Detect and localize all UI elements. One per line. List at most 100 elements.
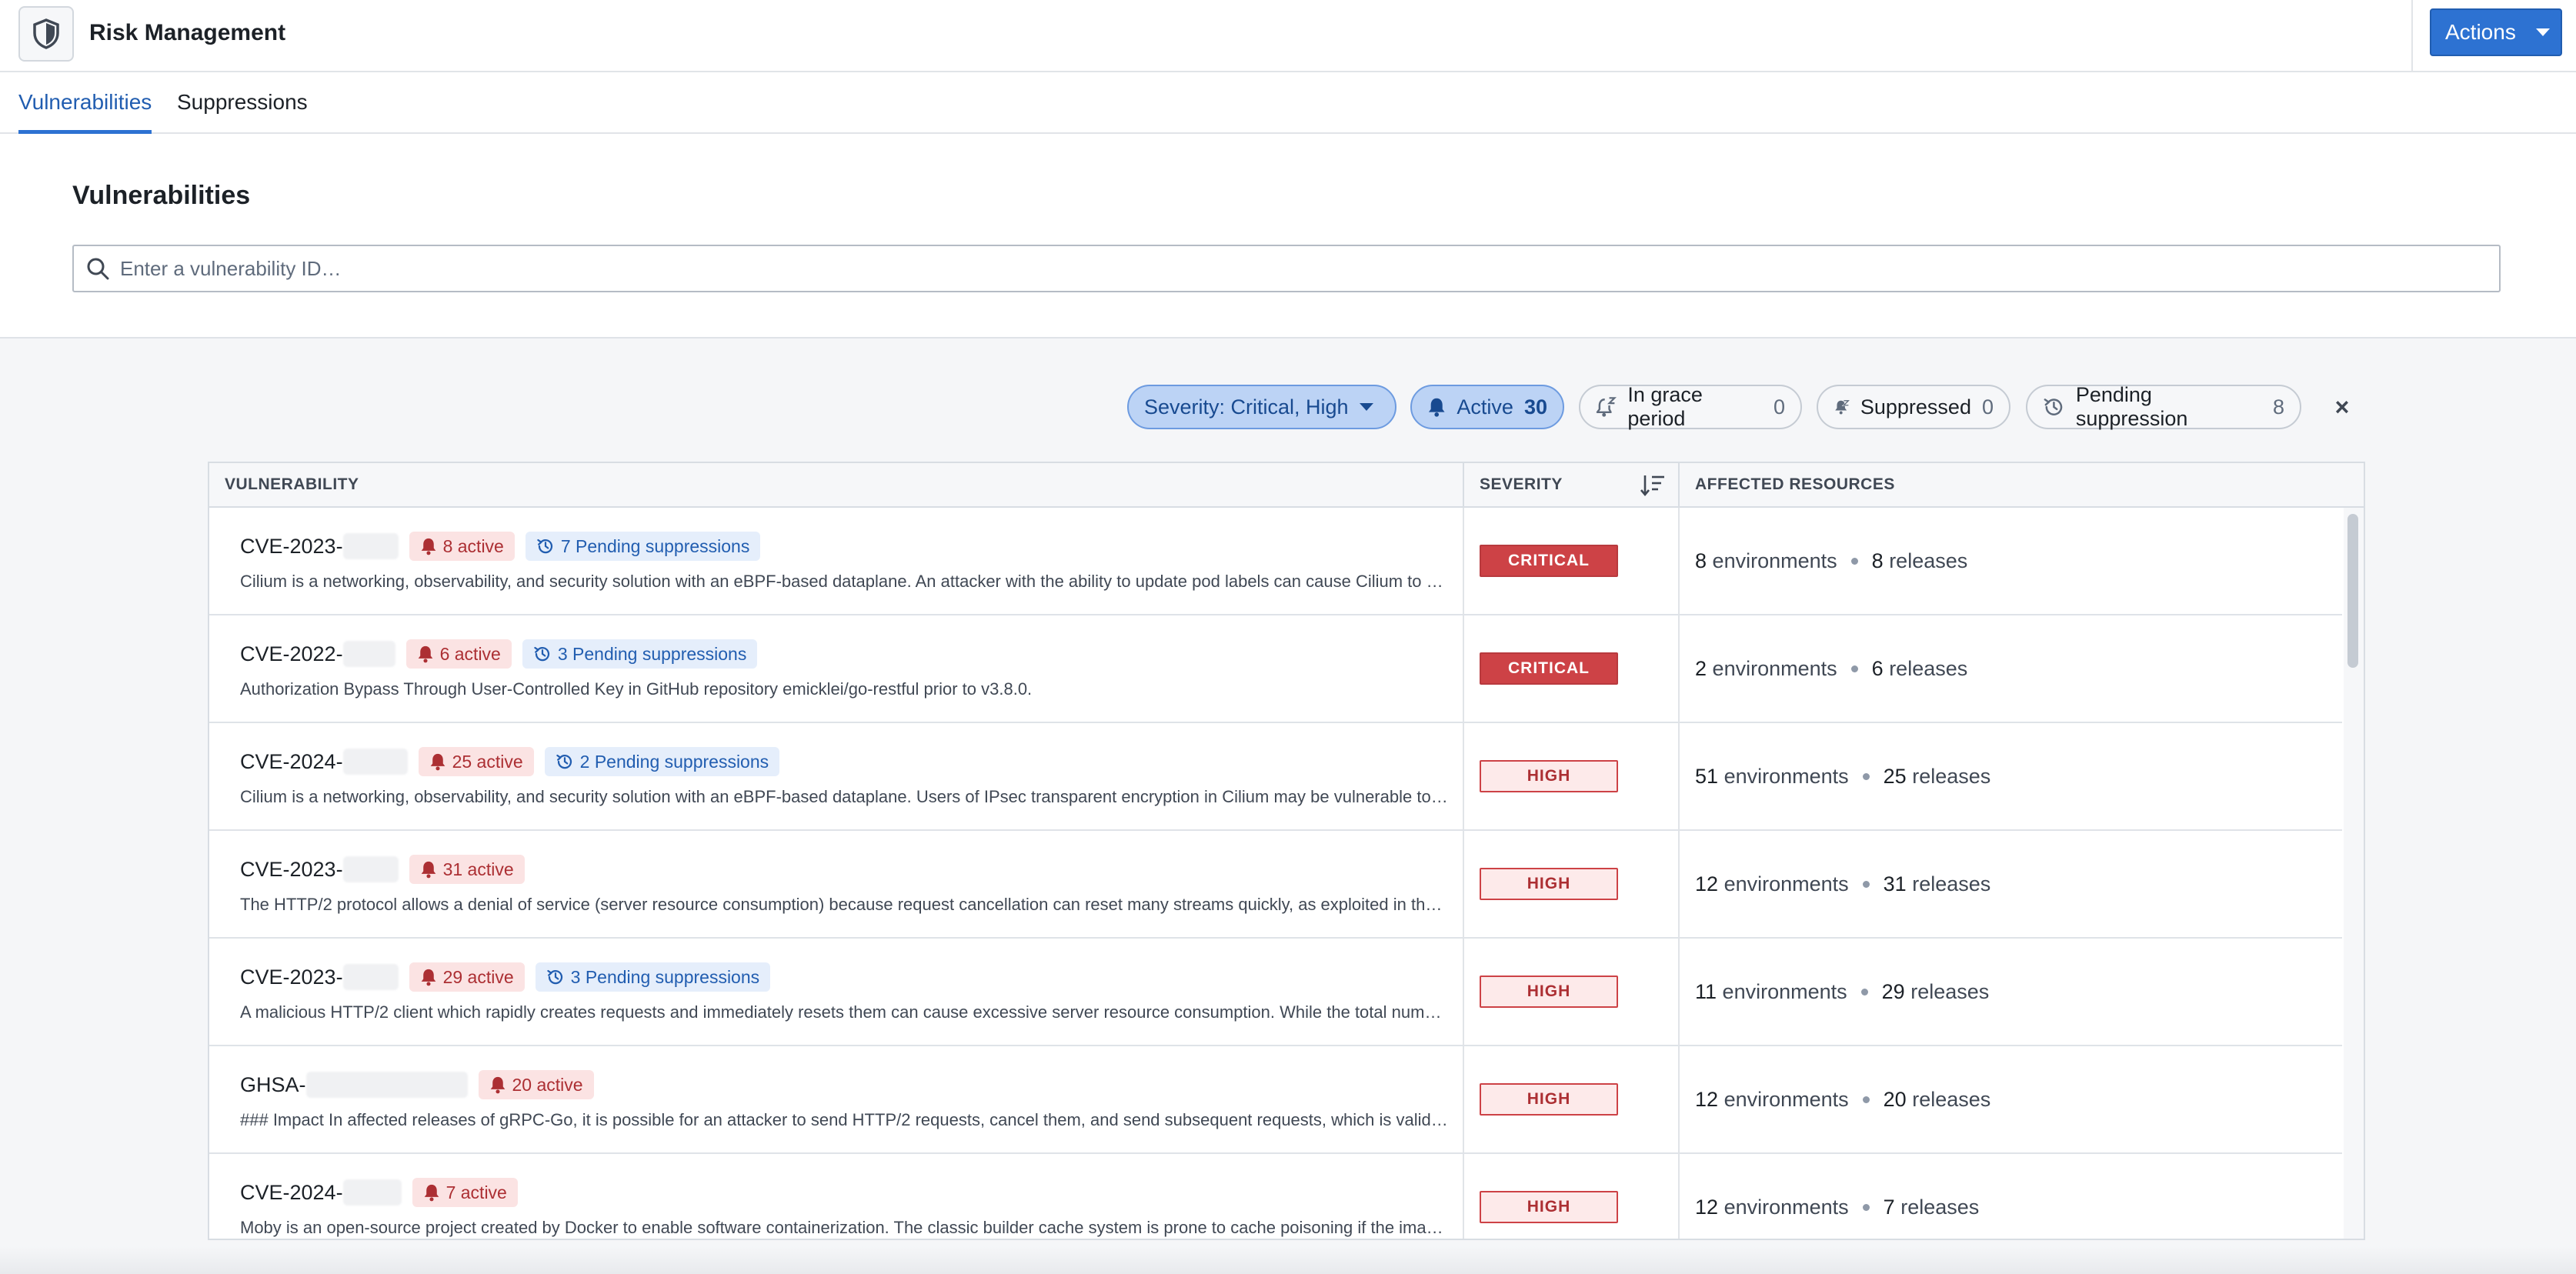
vulnerability-id[interactable]: GHSA- xyxy=(240,1073,306,1097)
releases-label: releases xyxy=(1912,872,1991,895)
pending-suppressions-label: 3 Pending suppressions xyxy=(557,643,747,664)
severity-filter-chip[interactable]: Severity: Critical, High xyxy=(1127,385,1396,429)
vulnerability-id[interactable]: CVE-2023- xyxy=(240,966,343,989)
redacted-id-suffix xyxy=(305,1072,468,1098)
history-icon xyxy=(537,539,552,554)
table-row[interactable]: CVE-2023- 29 active 3 Pending suppressio… xyxy=(209,939,2342,1046)
pending-suppressions-tag: 2 Pending suppressions xyxy=(544,747,780,776)
redacted-id-suffix xyxy=(342,533,399,559)
environments-label: environments xyxy=(1723,764,1849,788)
grace-period-filter-label: In grace period xyxy=(1627,383,1703,430)
severity-badge: HIGH xyxy=(1480,976,1618,1008)
column-divider xyxy=(1463,831,1464,937)
table-row[interactable]: CVE-2024- 7 active Moby is an open-sourc… xyxy=(209,1154,2342,1239)
table-row[interactable]: CVE-2023- 31 active The HTTP/2 protocol … xyxy=(209,831,2342,939)
releases-count: 31 xyxy=(1883,872,1907,895)
severity-badge: HIGH xyxy=(1480,1083,1618,1116)
table-row[interactable]: GHSA- 20 active ### Impact In affected r… xyxy=(209,1046,2342,1154)
suppressed-filter-chip[interactable]: Suppressed 0 xyxy=(1817,385,2010,429)
column-divider xyxy=(1463,1046,1464,1152)
affected-resources: 51 environments 25 releases xyxy=(1695,760,1990,792)
vulnerability-id[interactable]: CVE-2024- xyxy=(240,1181,343,1205)
pending-suppression-filter-chip[interactable]: Pending suppression 8 xyxy=(2026,383,2301,430)
vulnerability-description: ### Impact In affected releases of gRPC-… xyxy=(240,1110,1448,1129)
scrollbar-thumb[interactable] xyxy=(2347,514,2358,668)
vulnerability-id[interactable]: CVE-2023- xyxy=(240,535,343,559)
table-row[interactable]: CVE-2024- 25 active 2 Pending suppressio… xyxy=(209,723,2342,831)
vulnerability-id[interactable]: CVE-2024- xyxy=(240,750,343,774)
tab-suppressions[interactable]: Suppressions xyxy=(177,72,308,134)
active-count-label: 6 active xyxy=(439,643,501,664)
vulnerability-id[interactable]: CVE-2022- xyxy=(240,642,343,666)
bell-icon xyxy=(1428,398,1445,417)
pending-suppression-filter-label: Pending suppression xyxy=(2075,383,2188,430)
history-icon xyxy=(556,754,572,769)
releases-summary: 29 releases xyxy=(1882,980,1990,1004)
separator-dot xyxy=(1860,988,1868,996)
environments-label: environments xyxy=(1723,872,1849,895)
tab-bar: Vulnerabilities Suppressions xyxy=(0,72,2576,134)
active-count-tag: 6 active xyxy=(405,639,512,669)
bell-icon xyxy=(421,861,435,879)
table-scrollbar[interactable] xyxy=(2344,508,2364,1239)
redacted-id-suffix xyxy=(342,964,399,990)
column-divider xyxy=(1678,723,1680,829)
grace-period-filter-count: 0 xyxy=(1773,395,1785,419)
affected-resources: 11 environments 29 releases xyxy=(1695,976,1989,1008)
sort-descending-icon[interactable] xyxy=(1639,472,1667,499)
affected-resources: 12 environments 31 releases xyxy=(1695,868,1990,900)
column-divider xyxy=(1678,1046,1680,1152)
active-count-tag: 7 active xyxy=(412,1178,518,1207)
clear-filters-icon[interactable]: × xyxy=(2330,394,2354,420)
environments-label: environments xyxy=(1723,1195,1849,1219)
vulnerability-id-line: CVE-2023- 29 active 3 Pending suppressio… xyxy=(240,962,771,992)
actions-button[interactable]: Actions xyxy=(2430,8,2562,56)
active-filter-count: 30 xyxy=(1523,395,1547,419)
column-header-vulnerability[interactable]: VULNERABILITY xyxy=(209,463,1463,506)
affected-resources: 8 environments 8 releases xyxy=(1695,545,1967,577)
bell-icon xyxy=(490,1076,505,1094)
environments-count: 8 xyxy=(1695,549,1707,572)
active-count-label: 20 active xyxy=(512,1074,583,1095)
releases-label: releases xyxy=(1900,1195,1980,1219)
vulnerability-id-line: CVE-2024- 7 active xyxy=(240,1177,518,1208)
vulnerability-description: Moby is an open-source project created b… xyxy=(240,1218,1448,1237)
column-divider xyxy=(1463,723,1464,829)
separator-dot xyxy=(1862,772,1870,780)
vulnerability-id[interactable]: CVE-2023- xyxy=(240,858,343,882)
history-icon xyxy=(534,646,549,662)
search-input[interactable] xyxy=(120,256,2428,281)
environments-label: environments xyxy=(1712,656,1837,680)
vulnerability-id-line: GHSA- 20 active xyxy=(240,1069,594,1100)
table-row[interactable]: CVE-2023- 8 active 7 Pending suppression… xyxy=(209,508,2342,615)
severity-badge: HIGH xyxy=(1480,1191,1618,1223)
suppressed-filter-label: Suppressed xyxy=(1860,395,1971,419)
search-icon xyxy=(87,258,109,280)
severity-filter-label: Severity: Critical, High xyxy=(1144,395,1349,419)
tab-vulnerabilities[interactable]: Vulnerabilities xyxy=(18,72,152,134)
history-icon xyxy=(546,969,562,985)
redacted-id-suffix xyxy=(342,749,408,775)
column-header-affected-resources[interactable]: AFFECTED RESOURCES xyxy=(1680,463,2357,506)
affected-resources: 12 environments 7 releases xyxy=(1695,1191,1979,1223)
active-filter-chip[interactable]: Active 30 xyxy=(1410,385,1564,429)
grace-period-filter-chip[interactable]: In grace period 0 xyxy=(1579,383,1802,430)
vulnerability-description: Cilium is a networking, observability, a… xyxy=(240,787,1448,806)
active-count-label: 7 active xyxy=(445,1182,507,1202)
redacted-id-suffix xyxy=(342,641,395,667)
environments-summary: 12 environments xyxy=(1695,1196,1849,1219)
releases-label: releases xyxy=(1912,764,1991,788)
releases-label: releases xyxy=(1889,549,1968,572)
releases-count: 8 xyxy=(1871,549,1884,572)
bell-icon xyxy=(430,753,445,771)
environments-summary: 12 environments xyxy=(1695,872,1849,896)
affected-resources: 12 environments 20 releases xyxy=(1695,1083,1990,1116)
separator-dot xyxy=(1862,1203,1870,1211)
search-section: Vulnerabilities xyxy=(0,134,2576,339)
affected-resources: 2 environments 6 releases xyxy=(1695,652,1967,685)
table-row[interactable]: CVE-2022- 6 active 3 Pending suppression… xyxy=(209,615,2342,723)
column-divider xyxy=(1678,508,1680,614)
search-box[interactable] xyxy=(72,245,2501,292)
severity-badge: CRITICAL xyxy=(1480,545,1618,577)
active-count-tag: 20 active xyxy=(478,1070,594,1099)
